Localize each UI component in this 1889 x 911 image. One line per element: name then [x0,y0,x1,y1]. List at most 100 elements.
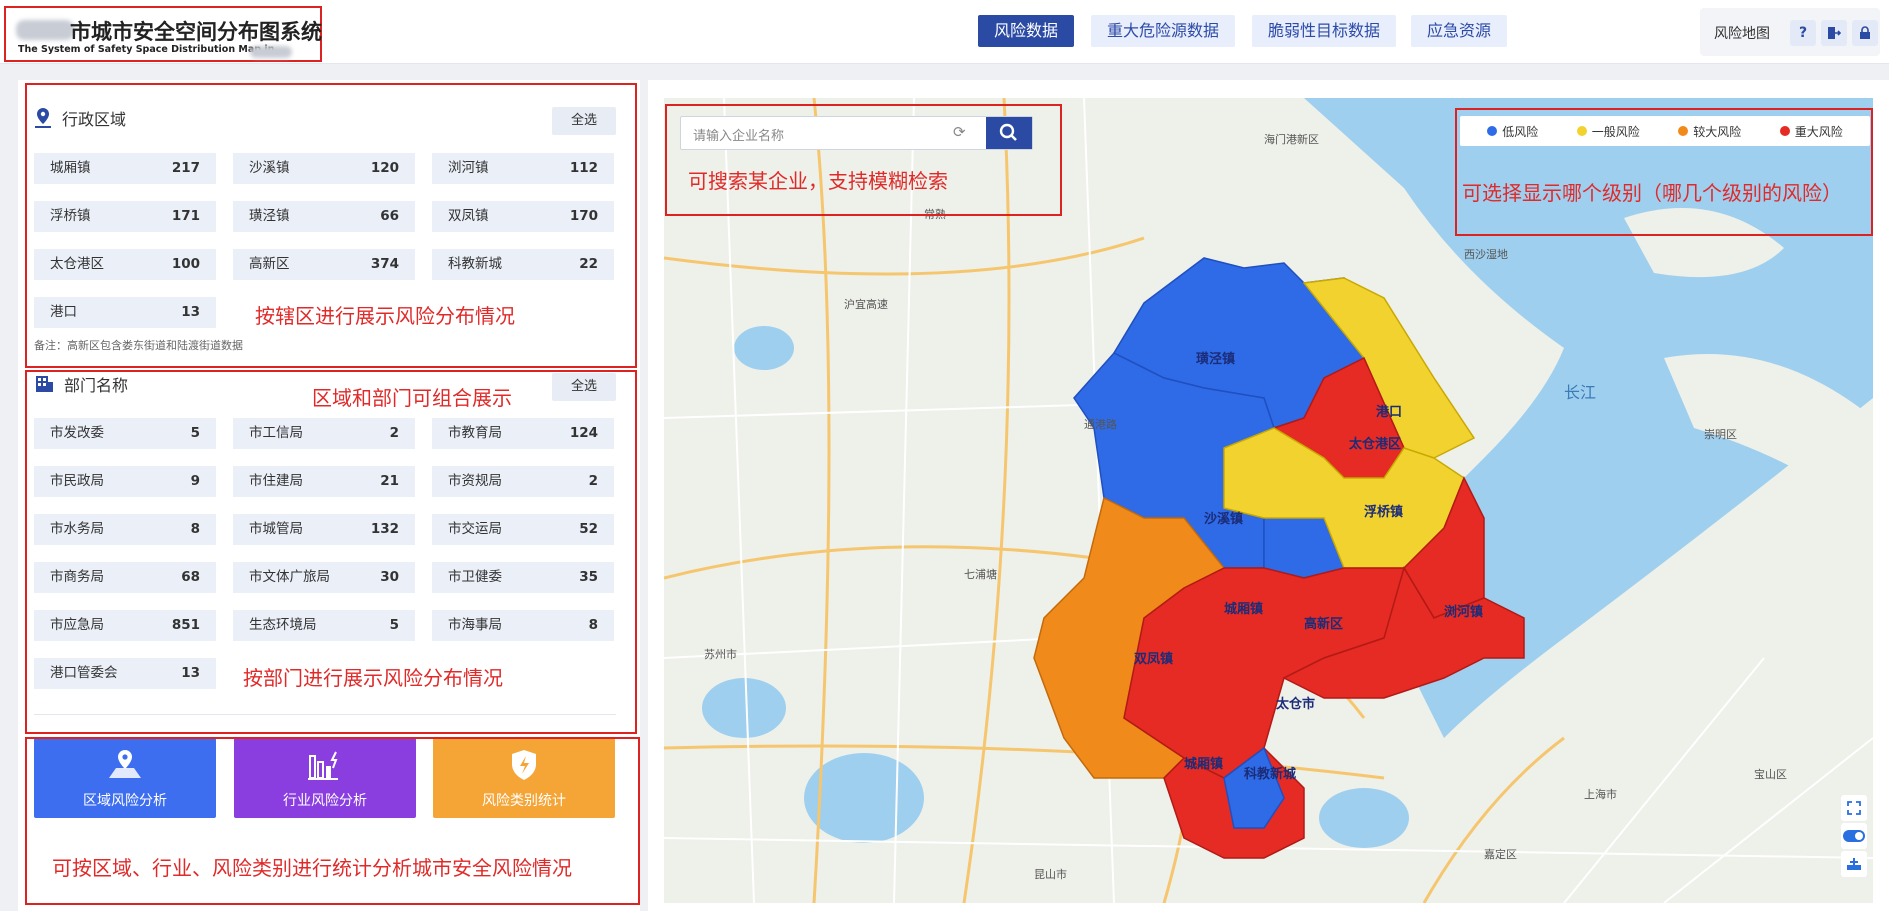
legend-item-general[interactable]: 一般风险 [1576,123,1640,140]
dept-item-name: 市教育局 [448,425,502,441]
dept-item-name: 市水务局 [50,521,104,537]
tab-emergency-resources[interactable]: 应急资源 [1411,15,1508,47]
region-item[interactable]: 璜泾镇 66 [233,201,415,232]
dept-item[interactable]: 市交运局 52 [432,514,614,545]
dept-header: 部门名称 [34,372,128,396]
dept-item[interactable]: 港口管委会 13 [34,658,216,689]
help-icon[interactable]: ? [1790,20,1816,46]
legend-item-critical[interactable]: 重大风险 [1779,123,1843,140]
dept-item-count: 68 [181,569,200,585]
region-select-all-button[interactable]: 全选 [552,107,616,135]
location-pin-icon [35,108,51,128]
region-item[interactable]: 太仓港区 100 [34,249,216,280]
region-item-name: 浏河镇 [448,160,489,176]
dept-item[interactable]: 市资规局 2 [432,466,614,497]
map-pin-icon [109,750,141,778]
river-label: 长江 [1564,384,1596,402]
ruler-icon[interactable] [1841,851,1867,877]
region-item[interactable]: 浏河镇 112 [432,153,614,184]
dept-item[interactable]: 市住建局 21 [233,466,415,497]
dept-item[interactable]: 市工信局 2 [233,418,415,449]
search-input[interactable]: 请输入企业名称 [693,125,784,144]
map-place-label: 宝山区 [1754,767,1787,781]
dept-item[interactable]: 市卫健委 35 [432,562,614,593]
risk-map[interactable]: 璜泾镇 港口 太仓港区 沙溪镇 浮桥镇 城厢镇 浏河镇 高新区 双凤镇 太仓市 … [664,98,1873,903]
region-item-count: 217 [171,160,200,176]
region-item-count: 66 [380,208,399,224]
annotation-analysis: 可按区域、行业、风险类别进行统计分析城市安全风险情况 [52,856,572,880]
dept-item[interactable]: 市发改委 5 [34,418,216,449]
region-item-name: 浮桥镇 [50,208,91,224]
dept-item[interactable]: 市水务局 8 [34,514,216,545]
dept-item-count: 13 [181,665,200,681]
annotation-dept: 按部门进行展示风险分布情况 [243,666,503,690]
exit-icon[interactable] [1821,20,1847,46]
dept-item[interactable]: 市城管局 132 [233,514,415,545]
region-item[interactable]: 双凤镇 170 [432,201,614,232]
region-item-count: 170 [569,208,598,224]
dept-item-name: 市海事局 [448,617,502,633]
tab-vulnerable-target-data[interactable]: 脆弱性目标数据 [1252,15,1397,47]
dept-item-count: 30 [380,569,399,585]
map-label: 太仓市 [1275,696,1315,711]
dept-item-count: 9 [190,473,200,489]
region-item-name: 太仓港区 [50,256,104,272]
dept-item-count: 2 [588,473,598,489]
map-place-label: 海门港新区 [1264,132,1319,146]
legend-item-major[interactable]: 较大风险 [1678,123,1741,140]
region-item[interactable]: 港口 13 [34,297,216,328]
map-label: 太仓港区 [1348,436,1401,451]
fullscreen-icon[interactable] [1841,795,1867,821]
region-item[interactable]: 高新区 374 [233,249,415,280]
region-item[interactable]: 科教新城 22 [432,249,614,280]
region-item-name: 高新区 [249,256,290,272]
dept-item-name: 市卫健委 [448,569,502,585]
industry-risk-analysis-button[interactable]: 行业风险分析 [234,738,416,818]
legend-item-low[interactable]: 低风险 [1487,123,1538,140]
dept-item[interactable]: 市民政局 9 [34,466,216,497]
region-item-count: 171 [171,208,200,224]
dept-item-name: 市工信局 [249,425,303,441]
region-risk-analysis-button[interactable]: 区域风险分析 [34,738,216,818]
dept-item[interactable]: 市应急局 851 [34,610,216,641]
region-item[interactable]: 浮桥镇 171 [34,201,216,232]
annotation-combine: 区域和部门可组合展示 [312,386,512,410]
annotation-region: 按辖区进行展示风险分布情况 [255,304,515,328]
dept-item-count: 124 [569,425,598,441]
refresh-icon[interactable]: ⟳ [953,123,966,141]
search-button[interactable] [986,117,1032,149]
dept-item[interactable]: 生态环境局 5 [233,610,415,641]
dept-item-count: 8 [588,617,598,633]
legend-dot [1779,126,1790,136]
lock-icon[interactable] [1852,20,1878,46]
map-label: 浏河镇 [1444,604,1483,619]
divider [34,714,616,715]
risk-category-stats-button[interactable]: 风险类别统计 [433,738,615,818]
dept-item-name: 市商务局 [50,569,104,585]
risk-map-label[interactable]: 风险地图 [1714,23,1770,43]
layer-toggle[interactable] [1841,823,1867,849]
dept-item[interactable]: 市教育局 124 [432,418,614,449]
map-label: 高新区 [1304,616,1343,631]
tab-risk-data[interactable]: 风险数据 [978,15,1075,47]
dept-item-count: 5 [190,425,200,441]
dept-item-count: 5 [389,617,399,633]
region-item-name: 璜泾镇 [249,208,290,224]
risk-category-stats-label: 风险类别统计 [482,793,566,809]
shield-bolt-icon [512,750,536,780]
region-note: 备注：高新区包含娄东街道和陆渡街道数据 [34,339,243,352]
map-place-label: 沪宜高速 [844,297,888,311]
region-item[interactable]: 城厢镇 217 [34,153,216,184]
map-place-label: 苏州市 [704,647,737,661]
dept-item[interactable]: 市海事局 8 [432,610,614,641]
map-place-label: 昆山市 [1034,867,1067,881]
map-canvas: 璜泾镇 港口 太仓港区 沙溪镇 浮桥镇 城厢镇 浏河镇 高新区 双凤镇 太仓市 … [664,98,1873,903]
region-item[interactable]: 沙溪镇 120 [233,153,415,184]
dept-item-name: 市资规局 [448,473,502,489]
tab-major-hazard-data[interactable]: 重大危险源数据 [1091,15,1236,47]
dept-select-all-button[interactable]: 全选 [552,373,616,401]
dept-item-name: 市住建局 [249,473,303,489]
dept-item-count: 8 [190,521,200,537]
dept-item[interactable]: 市商务局 68 [34,562,216,593]
dept-item[interactable]: 市文体广旅局 30 [233,562,415,593]
